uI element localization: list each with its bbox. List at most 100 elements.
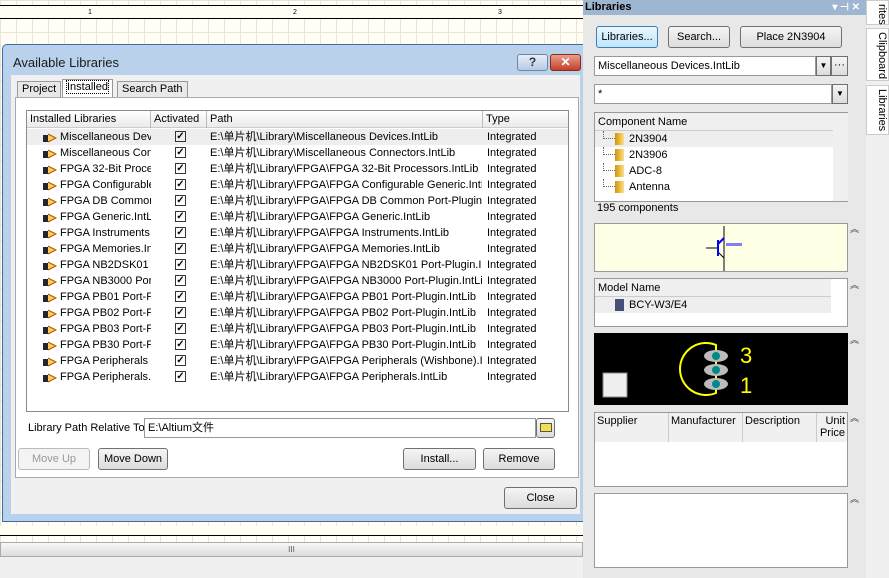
activated-checkbox[interactable]: ✓ bbox=[175, 339, 186, 350]
footprint-model-icon bbox=[615, 299, 624, 311]
component-scrollbar[interactable] bbox=[833, 113, 848, 201]
integrated-library-icon bbox=[43, 260, 58, 271]
collapse-up-icon[interactable]: ︽ bbox=[850, 333, 859, 346]
side-tab-libraries[interactable]: Libraries bbox=[866, 85, 889, 135]
integrated-library-icon bbox=[43, 164, 58, 175]
tab-project[interactable]: Project bbox=[17, 81, 62, 98]
move-down-button[interactable]: Move Down bbox=[98, 448, 168, 470]
chevron-down-icon[interactable]: ▼ bbox=[832, 84, 848, 104]
table-row[interactable]: FPGA PB01 Port-Plugin.IntLib ✓ E:\单片机\Li… bbox=[27, 289, 568, 305]
component-item[interactable]: 2N3906 bbox=[595, 147, 833, 163]
component-item[interactable]: ADC-8 bbox=[595, 163, 833, 179]
table-row[interactable]: FPGA 32-Bit Processors.IntLib ✓ E:\单片机\L… bbox=[27, 161, 568, 177]
column-supplier[interactable]: Supplier bbox=[595, 413, 669, 442]
library-name: FPGA PB01 Port-Plugin.IntLib bbox=[60, 291, 151, 303]
scroll-grip[interactable]: III bbox=[288, 545, 295, 554]
relative-path-input[interactable]: E:\Altium文件 bbox=[144, 418, 536, 438]
close-button[interactable]: Close bbox=[504, 487, 577, 509]
component-item[interactable]: 2N3904 bbox=[595, 131, 833, 147]
installed-libraries-list[interactable]: Installed Libraries Activated Path Type … bbox=[26, 110, 569, 412]
activated-checkbox[interactable]: ✓ bbox=[175, 227, 186, 238]
activated-checkbox[interactable]: ✓ bbox=[175, 371, 186, 382]
supplier-list[interactable]: Supplier Manufacturer Description Unit P… bbox=[594, 412, 848, 487]
library-path: E:\单片机\Library\FPGA\FPGA Memories.IntLib bbox=[210, 243, 440, 255]
model-item[interactable]: BCY-W3/E4 bbox=[595, 297, 831, 313]
library-path: E:\单片机\Library\FPGA\FPGA 32-Bit Processo… bbox=[210, 163, 479, 175]
activated-checkbox[interactable]: ✓ bbox=[175, 195, 186, 206]
libraries-panel: Libraries ▾ ⊣ ✕ Libraries... Search... P… bbox=[583, 0, 866, 578]
activated-checkbox[interactable]: ✓ bbox=[175, 291, 186, 302]
library-select[interactable]: Miscellaneous Devices.IntLib bbox=[594, 56, 816, 76]
remove-button[interactable]: Remove bbox=[483, 448, 555, 470]
column-activated[interactable]: Activated bbox=[151, 111, 207, 128]
collapse-up-icon[interactable]: ︽ bbox=[850, 222, 859, 235]
activated-checkbox[interactable]: ✓ bbox=[175, 147, 186, 158]
table-row[interactable]: FPGA NB2DSK01 Port-Plugin.IntLib ✓ E:\单片… bbox=[27, 257, 568, 273]
dialog-client: Project Installed Search Path Installed … bbox=[11, 75, 580, 514]
table-row[interactable]: FPGA Peripherals (Wishbone).IntLib ✓ E:\… bbox=[27, 353, 568, 369]
table-row[interactable]: FPGA Configurable Generic.IntLib ✓ E:\单片… bbox=[27, 177, 568, 193]
collapse-up-icon[interactable]: ︽ bbox=[850, 492, 859, 505]
component-item[interactable]: Antenna bbox=[595, 179, 833, 195]
column-manufacturer[interactable]: Manufacturer bbox=[669, 413, 743, 442]
help-button[interactable]: ? bbox=[517, 54, 548, 71]
table-row[interactable]: FPGA PB03 Port-Plugin.IntLib ✓ E:\单片机\Li… bbox=[27, 321, 568, 337]
column-unit-price[interactable]: Unit Price bbox=[817, 413, 847, 442]
libraries-button[interactable]: Libraries... bbox=[596, 26, 658, 48]
side-tab-clipboard[interactable]: Clipboard bbox=[866, 28, 889, 81]
table-row[interactable]: FPGA Peripherals.IntLib ✓ E:\单片机\Library… bbox=[27, 369, 568, 385]
horizontal-scrollbar[interactable]: III bbox=[0, 542, 583, 557]
activated-checkbox[interactable]: ✓ bbox=[175, 163, 186, 174]
column-path[interactable]: Path bbox=[207, 111, 483, 128]
activated-checkbox[interactable]: ✓ bbox=[175, 243, 186, 254]
library-path: E:\单片机\Library\FPGA\FPGA Peripherals (Wi… bbox=[210, 355, 482, 367]
component-icon bbox=[615, 149, 624, 161]
panel-menu-pin-close-icons[interactable]: ▾ ⊣ ✕ bbox=[832, 0, 860, 15]
table-row[interactable]: FPGA Memories.IntLib ✓ E:\单片机\Library\FP… bbox=[27, 241, 568, 257]
activated-checkbox[interactable]: ✓ bbox=[175, 323, 186, 334]
collapse-up-icon[interactable]: ︽ bbox=[850, 278, 859, 291]
close-icon[interactable]: ✕ bbox=[550, 54, 581, 71]
column-description[interactable]: Description bbox=[743, 413, 817, 442]
more-options-button[interactable]: ··· bbox=[831, 56, 848, 76]
integrated-library-icon bbox=[43, 196, 58, 207]
column-installed-libraries[interactable]: Installed Libraries bbox=[27, 111, 151, 128]
table-row[interactable]: FPGA DB Common Port-Plugin.IntLib ✓ E:\单… bbox=[27, 193, 568, 209]
table-row[interactable]: Miscellaneous Devices.IntLib ✓ E:\单片机\Li… bbox=[27, 129, 568, 145]
place-button[interactable]: Place 2N3904 bbox=[740, 26, 842, 48]
activated-checkbox[interactable]: ✓ bbox=[175, 179, 186, 190]
collapse-up-icon[interactable]: ︽ bbox=[850, 411, 859, 424]
table-row[interactable]: FPGA NB3000 Port-Plugin.IntLib ✓ E:\单片机\… bbox=[27, 273, 568, 289]
component-name-header[interactable]: Component Name bbox=[595, 113, 833, 131]
table-row[interactable]: FPGA Instruments.IntLib ✓ E:\单片机\Library… bbox=[27, 225, 568, 241]
table-row[interactable]: FPGA Generic.IntLib ✓ E:\单片机\Library\FPG… bbox=[27, 209, 568, 225]
search-button[interactable]: Search... bbox=[668, 26, 730, 48]
chevron-down-icon[interactable]: ▼ bbox=[816, 56, 831, 76]
integrated-library-icon bbox=[43, 132, 58, 143]
activated-checkbox[interactable]: ✓ bbox=[175, 275, 186, 286]
side-tab-favorites[interactable]: rites bbox=[866, 0, 889, 25]
library-type: Integrated bbox=[487, 147, 537, 159]
table-row[interactable]: FPGA PB30 Port-Plugin.IntLib ✓ E:\单片机\Li… bbox=[27, 337, 568, 353]
activated-checkbox[interactable]: ✓ bbox=[175, 355, 186, 366]
library-type: Integrated bbox=[487, 179, 537, 191]
library-type: Integrated bbox=[487, 323, 537, 335]
activated-checkbox[interactable]: ✓ bbox=[175, 259, 186, 270]
library-path: E:\单片机\Library\Miscellaneous Devices.Int… bbox=[210, 131, 439, 143]
tab-search-path[interactable]: Search Path bbox=[117, 81, 188, 98]
list-header: Installed Libraries Activated Path Type bbox=[27, 111, 568, 128]
model-list[interactable]: Model Name BCY-W3/E4 bbox=[594, 278, 848, 327]
component-list[interactable]: Component Name 2N3904 2N3906 ADC-8 Antenna bbox=[594, 112, 848, 202]
move-up-button[interactable]: Move Up bbox=[18, 448, 90, 470]
table-row[interactable]: Miscellaneous Connectors.IntLib ✓ E:\单片机… bbox=[27, 145, 568, 161]
activated-checkbox[interactable]: ✓ bbox=[175, 307, 186, 318]
filter-input[interactable]: * bbox=[594, 84, 832, 104]
browse-folder-button[interactable] bbox=[536, 418, 555, 438]
column-type[interactable]: Type bbox=[483, 111, 568, 128]
activated-checkbox[interactable]: ✓ bbox=[175, 131, 186, 142]
table-row[interactable]: FPGA PB02 Port-Plugin.IntLib ✓ E:\单片机\Li… bbox=[27, 305, 568, 321]
install-button[interactable]: Install... bbox=[403, 448, 476, 470]
model-name-header[interactable]: Model Name bbox=[595, 279, 831, 297]
activated-checkbox[interactable]: ✓ bbox=[175, 211, 186, 222]
tab-installed[interactable]: Installed bbox=[62, 79, 113, 99]
